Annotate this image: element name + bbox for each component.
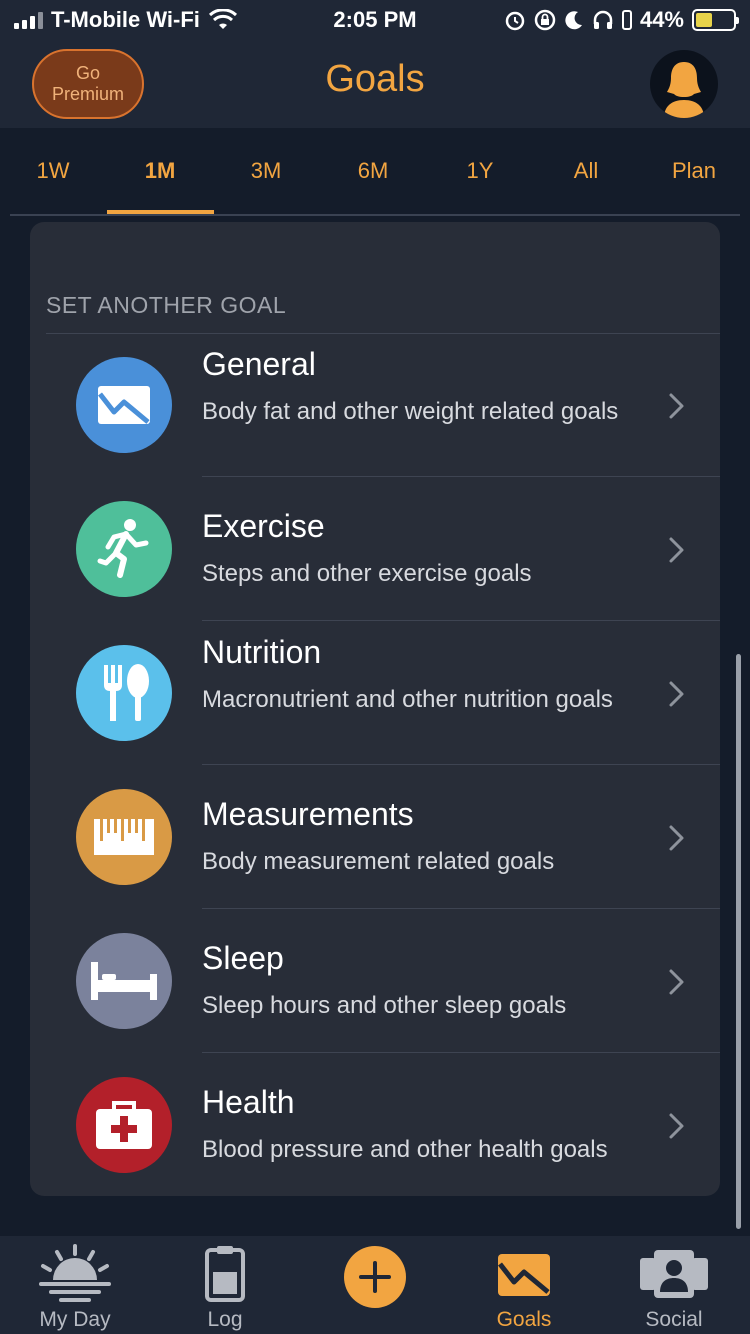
goal-row-nutrition[interactable]: Nutrition Macronutrient and other nutrit… — [30, 622, 720, 766]
signal-icon — [14, 11, 43, 29]
row-divider — [202, 1052, 720, 1053]
nav-log[interactable]: Log — [150, 1236, 300, 1334]
row-divider — [202, 908, 720, 909]
goal-description: Body fat and other weight related goals — [202, 398, 619, 425]
goal-row-exercise[interactable]: Exercise Steps and other exercise goals — [30, 478, 720, 622]
row-divider — [202, 620, 720, 621]
row-divider — [202, 764, 720, 765]
alarm-icon — [505, 11, 525, 31]
goal-description: Blood pressure and other health goals — [202, 1136, 608, 1163]
goal-description: Steps and other exercise goals — [202, 560, 532, 587]
goal-title: Health — [202, 1084, 295, 1120]
chevron-right-icon — [669, 969, 684, 995]
status-bar: T-Mobile Wi-Fi 2:05 PM 44% — [0, 0, 750, 40]
user-avatar-icon[interactable] — [650, 50, 718, 118]
nav-my-day[interactable]: My Day — [0, 1236, 150, 1334]
bed-icon — [76, 933, 172, 1029]
headphones-icon — [593, 10, 613, 29]
add-button[interactable] — [344, 1246, 406, 1308]
add-icon — [359, 1261, 391, 1293]
chevron-right-icon — [669, 681, 684, 707]
nav-goals[interactable]: Goals — [449, 1236, 599, 1334]
wifi-icon — [208, 9, 237, 29]
portrait-lock-icon — [621, 10, 632, 30]
goal-row-sleep[interactable]: Sleep Sleep hours and other sleep goals — [30, 910, 720, 1054]
nav-social[interactable]: Social — [599, 1236, 749, 1334]
goal-title: General — [202, 346, 316, 382]
chevron-right-icon — [669, 1113, 684, 1139]
goal-row-general[interactable]: General Body fat and other weight relate… — [30, 334, 720, 478]
fork-spoon-icon — [76, 645, 172, 741]
chevron-right-icon — [669, 393, 684, 419]
medical-kit-icon — [76, 1077, 172, 1173]
goal-title: Exercise — [202, 508, 325, 544]
chevron-right-icon — [669, 825, 684, 851]
clipboard-icon — [205, 1246, 245, 1302]
time-range-tabs: 1W 1M 3M 6M 1Y All Plan — [0, 128, 750, 216]
battery-percent: 44% — [639, 7, 684, 32]
battery-icon — [692, 9, 739, 31]
nav-label: My Day — [39, 1308, 111, 1331]
goal-title: Sleep — [202, 940, 284, 976]
tab-1y[interactable]: 1Y — [427, 128, 533, 214]
carrier-label: T-Mobile Wi-Fi — [51, 7, 200, 32]
tab-1w[interactable]: 1W — [0, 128, 106, 214]
tab-plan[interactable]: Plan — [641, 128, 747, 214]
running-person-icon — [76, 501, 172, 597]
scrollbar[interactable] — [736, 654, 741, 1229]
envelope-chart-icon — [76, 357, 172, 453]
goal-row-health[interactable]: Health Blood pressure and other health g… — [30, 1054, 720, 1198]
tab-1m[interactable]: 1M — [107, 128, 213, 214]
rotation-lock-icon — [534, 9, 556, 31]
goal-description: Macronutrient and other nutrition goals — [202, 686, 613, 713]
nav-label: Goals — [496, 1308, 552, 1331]
status-left: T-Mobile Wi-Fi — [14, 7, 238, 33]
section-heading: SET ANOTHER GOAL — [46, 292, 287, 318]
ruler-icon — [76, 789, 172, 885]
chevron-right-icon — [669, 537, 684, 563]
bottom-nav: My Day Log Goals Social — [0, 1236, 750, 1334]
goal-description: Sleep hours and other sleep goals — [202, 992, 567, 1019]
nav-label: Log — [207, 1308, 243, 1331]
battery-level — [696, 13, 712, 27]
tab-all[interactable]: All — [533, 128, 639, 214]
moon-icon — [565, 11, 582, 30]
social-icon — [640, 1250, 708, 1298]
status-right: 44% — [504, 7, 739, 33]
goal-description: Body measurement related goals — [202, 848, 555, 875]
page-title: Goals — [325, 58, 425, 100]
sunrise-icon — [39, 1244, 111, 1302]
row-divider — [202, 476, 720, 477]
goals-icon — [498, 1254, 550, 1296]
goal-row-measurements[interactable]: Measurements Body measurement related go… — [30, 766, 720, 910]
tabs-divider — [10, 214, 740, 216]
goal-title: Nutrition — [202, 634, 322, 670]
goal-title: Measurements — [202, 796, 414, 832]
tab-3m[interactable]: 3M — [213, 128, 319, 214]
app-header: Go Premium Goals — [0, 40, 750, 128]
nav-label: Social — [645, 1308, 703, 1331]
tab-6m[interactable]: 6M — [320, 128, 426, 214]
